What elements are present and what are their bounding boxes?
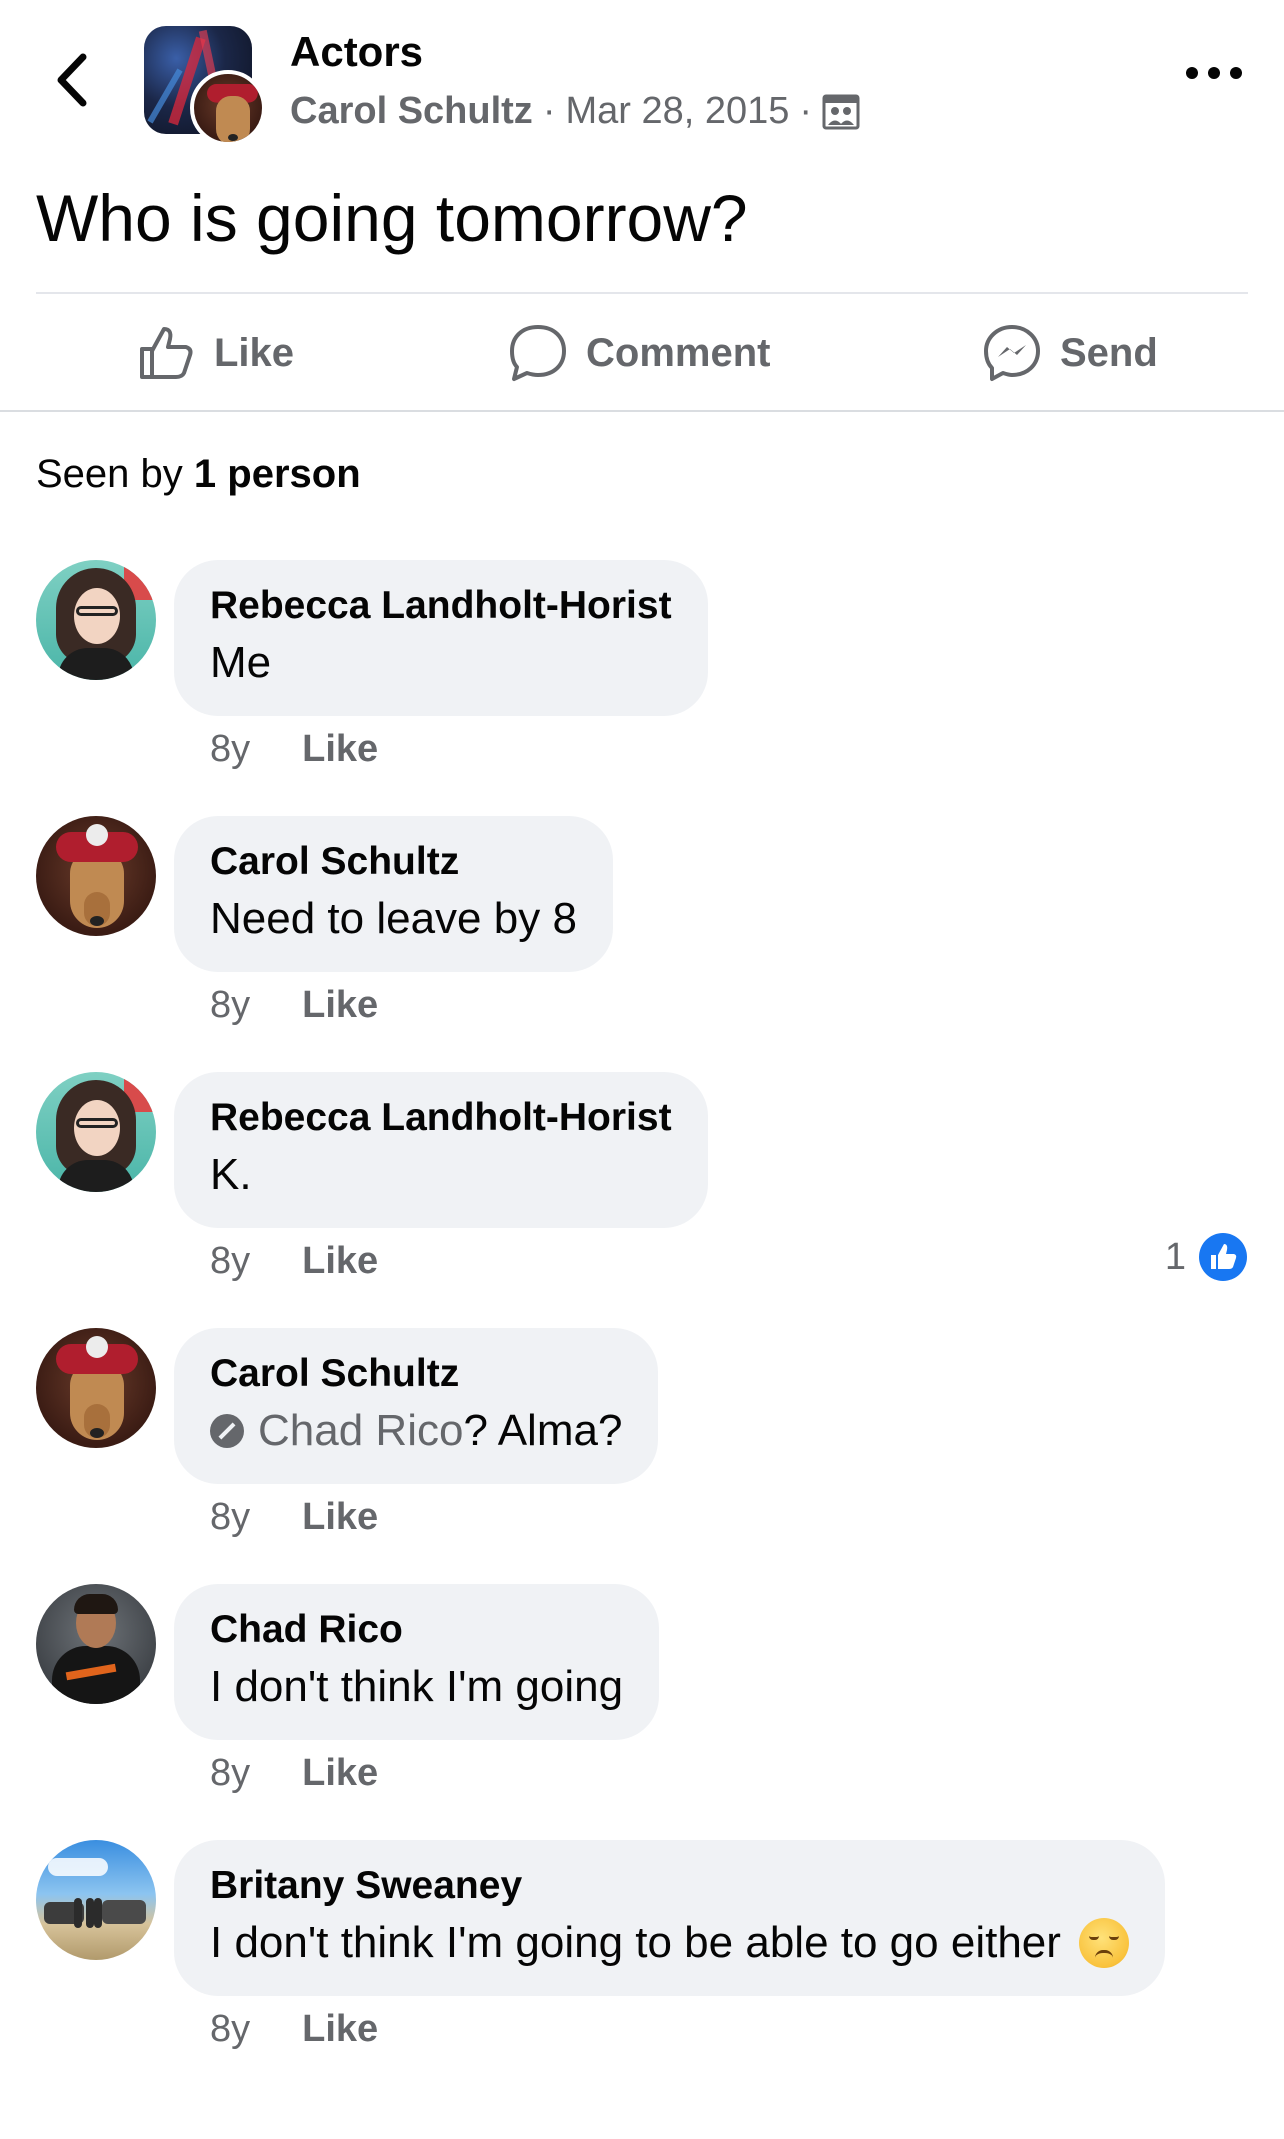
comment-text: I don't think I'm going: [210, 1662, 624, 1711]
comment-age[interactable]: 8y: [210, 1240, 250, 1283]
post-actions: Like Comment Send: [0, 296, 1284, 410]
comment-icon: [510, 325, 566, 381]
comment-bubble[interactable]: Britany Sweaney I don't think I'm going …: [174, 1840, 1165, 1996]
disappointed-face-icon: [1078, 1918, 1129, 1968]
mention-link[interactable]: Chad Rico: [258, 1402, 463, 1460]
comment-like-button[interactable]: Like: [302, 1496, 378, 1539]
avatar[interactable]: [36, 816, 156, 936]
comment-bubble[interactable]: Rebecca Landholt-Horist Me: [174, 560, 708, 716]
meta-separator: ·: [799, 90, 813, 132]
comment-like-button[interactable]: Like: [302, 1240, 378, 1283]
thumbs-up-icon: [140, 327, 193, 379]
comment-bubble[interactable]: Carol Schultz Chad Rico? Alma?: [174, 1328, 659, 1484]
back-button[interactable]: [50, 52, 94, 108]
comment-author[interactable]: Rebecca Landholt-Horist: [210, 1094, 672, 1142]
comment-age[interactable]: 8y: [210, 1496, 250, 1539]
avatar[interactable]: [36, 1072, 156, 1192]
avatar[interactable]: [36, 560, 156, 680]
comment-author[interactable]: Carol Schultz: [210, 1350, 622, 1398]
seen-by-count: 1 person: [193, 452, 361, 496]
comment-author[interactable]: Carol Schultz: [210, 838, 577, 886]
avatar[interactable]: [36, 1328, 156, 1448]
comment-author[interactable]: Chad Rico: [210, 1606, 623, 1654]
comment-meta: 8y Like: [210, 984, 378, 1027]
dot: [1208, 67, 1220, 79]
dot: [1230, 67, 1242, 79]
comment-text: I don't think I'm going to be able to go…: [210, 1914, 1129, 1972]
comment-meta: 8y Like: [210, 1240, 378, 1283]
unavailable-profile-icon: [210, 1414, 244, 1448]
comment-meta: 8y Like: [210, 728, 378, 771]
comment-text: Need to leave by 8: [210, 894, 577, 943]
like-reaction-icon: [1199, 1233, 1247, 1281]
comment-like-button[interactable]: Like: [302, 1752, 378, 1795]
comment-meta: 8y Like: [210, 2008, 378, 2051]
comment-age[interactable]: 8y: [210, 2008, 250, 2051]
comment-like-button[interactable]: Like: [302, 728, 378, 771]
comment-author[interactable]: Rebecca Landholt-Horist: [210, 582, 672, 630]
comment-text: K.: [210, 1150, 252, 1199]
divider: [0, 410, 1284, 412]
author-avatar[interactable]: [190, 70, 266, 146]
comment-button[interactable]: Comment: [508, 296, 770, 410]
messenger-icon: [984, 325, 1040, 381]
comment-label: Comment: [586, 330, 771, 375]
chevron-left-icon: [57, 53, 87, 107]
post-date[interactable]: Mar 28, 2015: [565, 90, 789, 133]
comment-author[interactable]: Britany Sweaney: [210, 1862, 1129, 1910]
post-page: Actors Carol Schultz · Mar 28, 2015 · Wh…: [0, 0, 1284, 2139]
comment-bubble[interactable]: Rebecca Landholt-Horist K.: [174, 1072, 708, 1228]
avatar[interactable]: [36, 1584, 156, 1704]
comment-bubble[interactable]: Carol Schultz Need to leave by 8: [174, 816, 613, 972]
comment-age[interactable]: 8y: [210, 984, 250, 1027]
post-meta: Carol Schultz · Mar 28, 2015 ·: [290, 90, 860, 133]
comment-meta: 8y Like: [210, 1496, 378, 1539]
group-name[interactable]: Actors: [290, 28, 423, 76]
send-label: Send: [1060, 330, 1158, 375]
seen-by[interactable]: Seen by 1 person: [36, 452, 361, 497]
comment-like-button[interactable]: Like: [302, 2008, 378, 2051]
meta-separator: ·: [542, 90, 556, 132]
group-members-icon: [822, 94, 860, 129]
comment-meta: 8y Like: [210, 1752, 378, 1795]
like-label: Like: [214, 330, 295, 375]
like-button[interactable]: Like: [136, 296, 294, 410]
seen-by-prefix: Seen by: [36, 452, 183, 496]
comment-text: Me: [210, 638, 272, 687]
more-options-button[interactable]: [1186, 60, 1242, 86]
send-button[interactable]: Send: [982, 296, 1158, 410]
post-author[interactable]: Carol Schultz: [290, 90, 533, 133]
comment-age[interactable]: 8y: [210, 728, 250, 771]
avatar[interactable]: [36, 1840, 156, 1960]
dot: [1186, 67, 1198, 79]
divider: [36, 292, 1248, 294]
reaction-summary[interactable]: 1: [1165, 1232, 1248, 1282]
post-text: Who is going tomorrow?: [36, 181, 748, 255]
comment-age[interactable]: 8y: [210, 1752, 250, 1795]
comment-like-button[interactable]: Like: [302, 984, 378, 1027]
reaction-count: 1: [1164, 1235, 1186, 1278]
comment-bubble[interactable]: Chad Rico I don't think I'm going: [174, 1584, 660, 1740]
comment-text: Chad Rico? Alma?: [210, 1402, 622, 1460]
